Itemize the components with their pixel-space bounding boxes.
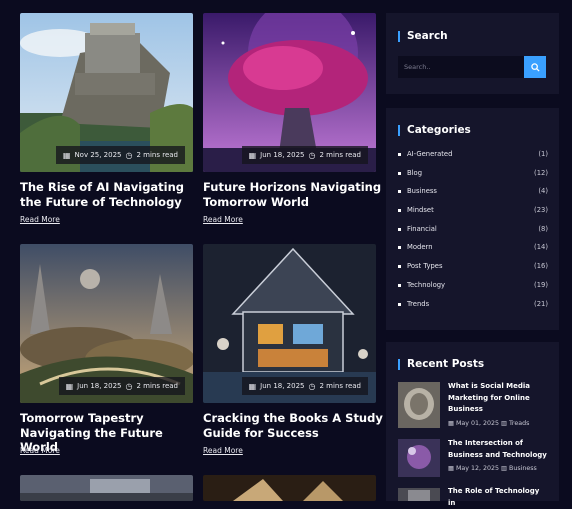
recent-posts-widget: Recent Posts What is Social Media Market… — [386, 342, 559, 507]
category-count: (1) — [538, 150, 548, 158]
category-label: Blog — [407, 169, 423, 177]
category-count: (14) — [534, 243, 548, 251]
category-item[interactable]: Trends (21) — [398, 298, 548, 310]
post-meta: ▦ Nov 25, 2025 ◷ 2 mins read — [55, 146, 185, 164]
square-bullet-icon — [398, 208, 401, 212]
post-title[interactable]: The Rise of AI Navigating the Future of … — [20, 180, 200, 209]
category-icon: ▥ — [501, 420, 507, 427]
read-more-link[interactable]: Read More — [203, 215, 243, 224]
recent-post-category: Business — [509, 465, 537, 472]
search-icon — [530, 62, 540, 72]
search-widget: Search Search.. — [386, 13, 559, 94]
square-bullet-icon — [398, 245, 401, 249]
square-bullet-icon — [398, 302, 401, 306]
category-item[interactable]: Post Types (16) — [398, 260, 548, 272]
recent-post-item[interactable]: The Role of Technology in — [398, 487, 548, 507]
post-thumbnail[interactable] — [20, 475, 193, 501]
recent-post-item[interactable]: What is Social Media Marketing for Onlin… — [398, 382, 548, 432]
category-label: Business — [407, 187, 437, 195]
post-title[interactable]: Cracking the Books A Study Guide for Suc… — [203, 411, 383, 440]
post-title[interactable]: Future Horizons Navigating Tomorrow Worl… — [203, 180, 383, 209]
widget-heading: Search — [398, 31, 448, 42]
category-item[interactable]: Financial (8) — [398, 223, 548, 235]
recent-post-title[interactable]: The Intersection of Business and Technol… — [448, 438, 548, 461]
search-placeholder: Search.. — [404, 63, 431, 71]
post-thumbnail[interactable]: ▦ Nov 25, 2025 ◷ 2 mins read — [20, 13, 193, 172]
category-label: Trends — [407, 300, 430, 308]
recent-post-meta: ▦ May 12, 2025 ▥ Business — [448, 465, 537, 472]
read-more-link[interactable]: Read More — [20, 446, 60, 455]
recent-post-title[interactable]: What is Social Media Marketing for Onlin… — [448, 381, 548, 416]
widget-heading: Recent Posts — [398, 359, 484, 370]
category-item[interactable]: AI-Generated (1) — [398, 148, 548, 160]
category-item[interactable]: Mindset (23) — [398, 204, 548, 216]
square-bullet-icon — [398, 227, 401, 231]
recent-post-thumbnail[interactable] — [398, 382, 440, 428]
square-bullet-icon — [398, 189, 401, 193]
category-label: Post Types — [407, 262, 443, 270]
clock-icon: ◷ — [308, 150, 316, 160]
recent-post-category: Treads — [509, 420, 530, 427]
post-meta: ▦ Jun 18, 2025 ◷ 2 mins read — [58, 377, 185, 395]
category-count: (21) — [534, 300, 548, 308]
clock-icon: ◷ — [308, 381, 316, 391]
category-count: (8) — [538, 225, 548, 233]
read-more-link[interactable]: Read More — [20, 215, 60, 224]
category-item[interactable]: Business (4) — [398, 185, 548, 197]
post-date: Jun 18, 2025 — [260, 151, 305, 159]
calendar-icon: ▦ — [248, 150, 257, 160]
post-date: Jun 18, 2025 — [77, 382, 122, 390]
category-count: (16) — [534, 262, 548, 270]
categories-widget: Categories AI-Generated (1) Blog (12) Busi… — [386, 108, 559, 330]
read-more-link[interactable]: Read More — [203, 446, 243, 455]
search-input[interactable]: Search.. — [398, 56, 524, 78]
post-read-time: 2 mins read — [136, 151, 178, 159]
post-thumbnail[interactable]: ▦ Jun 18, 2025 ◷ 2 mins read — [203, 13, 376, 172]
recent-post-meta: ▦ May 01, 2025 ▥ Treads — [448, 420, 529, 427]
post-date: Jun 18, 2025 — [260, 382, 305, 390]
square-bullet-icon — [398, 264, 401, 268]
square-bullet-icon — [398, 283, 401, 287]
category-item[interactable]: Blog (12) — [398, 167, 548, 179]
recent-post-date: May 12, 2025 — [455, 465, 500, 472]
category-icon: ▥ — [501, 465, 507, 472]
recent-post-title[interactable]: The Role of Technology in — [448, 486, 548, 509]
category-label: Mindset — [407, 206, 434, 214]
recent-post-item[interactable]: The Intersection of Business and Technol… — [398, 439, 548, 479]
category-label: Modern — [407, 243, 433, 251]
recent-post-thumbnail[interactable] — [398, 439, 440, 477]
post-thumbnail[interactable]: ▦ Jun 18, 2025 ◷ 2 mins read — [20, 244, 193, 403]
post-read-time: 2 mins read — [319, 151, 361, 159]
calendar-icon: ▦ — [62, 150, 71, 160]
post-read-time: 2 mins read — [319, 382, 361, 390]
clock-icon: ◷ — [125, 150, 133, 160]
post-meta: ▦ Jun 18, 2025 ◷ 2 mins read — [241, 146, 368, 164]
search-button[interactable] — [524, 56, 546, 78]
category-label: Technology — [407, 281, 446, 289]
square-bullet-icon — [398, 171, 401, 175]
category-count: (19) — [534, 281, 548, 289]
category-item[interactable]: Modern (14) — [398, 241, 548, 253]
category-count: (23) — [534, 206, 548, 214]
category-item[interactable]: Technology (19) — [398, 279, 548, 291]
calendar-icon: ▦ — [65, 381, 74, 391]
calendar-icon: ▦ — [448, 420, 454, 427]
category-count: (12) — [534, 169, 548, 177]
post-thumbnail[interactable]: ▦ Jun 18, 2025 ◷ 2 mins read — [203, 244, 376, 403]
widget-heading: Categories — [398, 125, 471, 136]
category-label: AI-Generated — [407, 150, 453, 158]
post-read-time: 2 mins read — [136, 382, 178, 390]
calendar-icon: ▦ — [248, 381, 257, 391]
recent-post-thumbnail[interactable] — [398, 487, 440, 501]
recent-post-date: May 01, 2025 — [455, 420, 500, 427]
category-label: Financial — [407, 225, 437, 233]
post-meta: ▦ Jun 18, 2025 ◷ 2 mins read — [241, 377, 368, 395]
post-thumbnail[interactable] — [203, 475, 376, 501]
square-bullet-icon — [398, 152, 401, 156]
category-count: (4) — [538, 187, 548, 195]
post-date: Nov 25, 2025 — [74, 151, 122, 159]
calendar-icon: ▦ — [448, 465, 454, 472]
clock-icon: ◷ — [125, 381, 133, 391]
